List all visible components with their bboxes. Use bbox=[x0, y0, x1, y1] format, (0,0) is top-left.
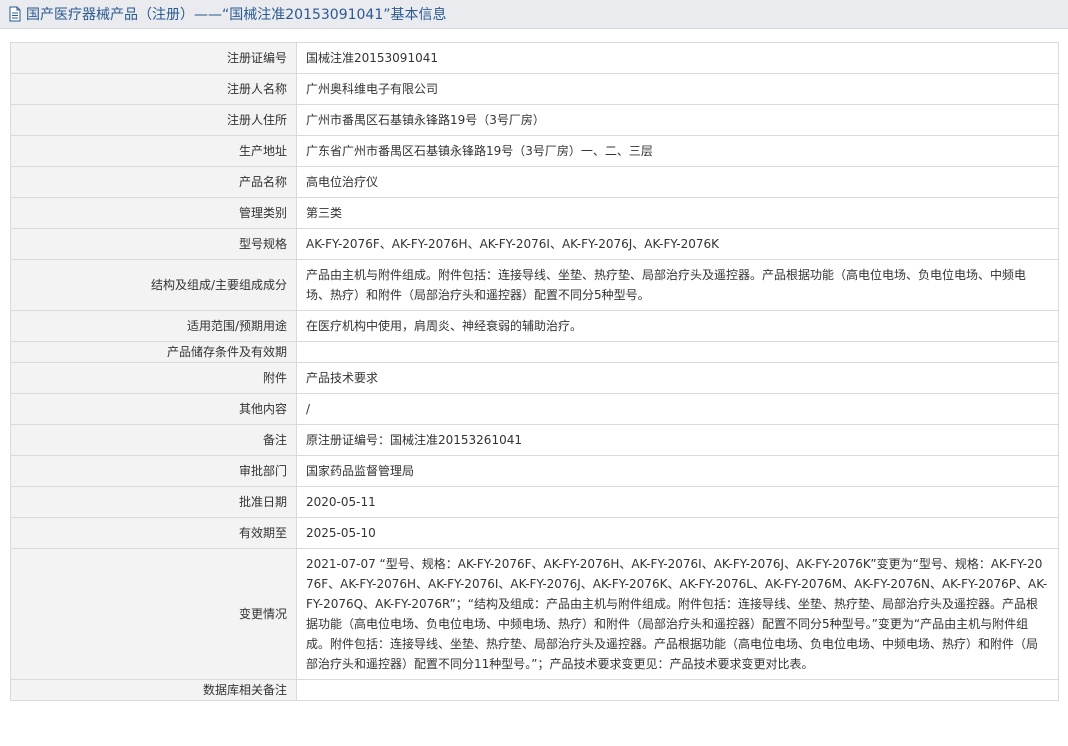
row-label: 备注 bbox=[10, 424, 297, 456]
row-value: 广东省广州市番禺区石基镇永锋路19号（3号厂房）一、二、三层 bbox=[296, 135, 1059, 167]
table-row: 数据库相关备注 bbox=[10, 679, 1059, 701]
row-value: 2025-05-10 bbox=[296, 517, 1059, 549]
row-label: 数据库相关备注 bbox=[10, 679, 297, 701]
row-value: 第三类 bbox=[296, 197, 1059, 229]
table-row: 适用范围/预期用途 在医疗机构中使用，肩周炎、神经衰弱的辅助治疗。 bbox=[10, 310, 1059, 342]
row-label: 其他内容 bbox=[10, 393, 297, 425]
table-row: 变更情况 2021-07-07 “型号、规格：AK-FY-2076F、AK-FY… bbox=[10, 548, 1059, 680]
table-row: 结构及组成/主要组成成分 产品由主机与附件组成。附件包括：连接导线、坐垫、热疗垫… bbox=[10, 259, 1059, 311]
table-row: 备注 原注册证编号：国械注准20153261041 bbox=[10, 424, 1059, 456]
row-value: 国家药品监督管理局 bbox=[296, 455, 1059, 487]
row-label: 型号规格 bbox=[10, 228, 297, 260]
row-value bbox=[296, 341, 1059, 363]
row-label: 结构及组成/主要组成成分 bbox=[10, 259, 297, 311]
row-value: 国械注准20153091041 bbox=[296, 42, 1059, 74]
table-row: 生产地址 广东省广州市番禺区石基镇永锋路19号（3号厂房）一、二、三层 bbox=[10, 135, 1059, 167]
table-row: 有效期至 2025-05-10 bbox=[10, 517, 1059, 549]
row-label: 注册证编号 bbox=[10, 42, 297, 74]
table-row: 注册证编号 国械注准20153091041 bbox=[10, 42, 1059, 74]
row-label: 产品储存条件及有效期 bbox=[10, 341, 297, 363]
page-header: 国产医疗器械产品（注册）——“国械注准20153091041”基本信息 bbox=[0, 0, 1068, 29]
row-value: / bbox=[296, 393, 1059, 425]
row-label: 审批部门 bbox=[10, 455, 297, 487]
page-title: 国产医疗器械产品（注册）——“国械注准20153091041”基本信息 bbox=[26, 7, 447, 23]
row-label: 注册人住所 bbox=[10, 104, 297, 136]
row-label: 批准日期 bbox=[10, 486, 297, 518]
document-icon bbox=[8, 6, 22, 22]
row-value: 2021-07-07 “型号、规格：AK-FY-2076F、AK-FY-2076… bbox=[296, 548, 1059, 680]
row-label: 生产地址 bbox=[10, 135, 297, 167]
table-row: 产品储存条件及有效期 bbox=[10, 341, 1059, 363]
table-row: 注册人住所 广州市番禺区石基镇永锋路19号（3号厂房） bbox=[10, 104, 1059, 136]
row-value: 在医疗机构中使用，肩周炎、神经衰弱的辅助治疗。 bbox=[296, 310, 1059, 342]
row-value bbox=[296, 679, 1059, 701]
row-value: 产品由主机与附件组成。附件包括：连接导线、坐垫、热疗垫、局部治疗头及遥控器。产品… bbox=[296, 259, 1059, 311]
table-row: 其他内容 / bbox=[10, 393, 1059, 425]
row-label: 适用范围/预期用途 bbox=[10, 310, 297, 342]
row-label: 有效期至 bbox=[10, 517, 297, 549]
table-row: 管理类别 第三类 bbox=[10, 197, 1059, 229]
row-value: 2020-05-11 bbox=[296, 486, 1059, 518]
row-value: 原注册证编号：国械注准20153261041 bbox=[296, 424, 1059, 456]
row-value: AK-FY-2076F、AK-FY-2076H、AK-FY-2076I、AK-F… bbox=[296, 228, 1059, 260]
info-table: 注册证编号 国械注准20153091041 注册人名称 广州奥科维电子有限公司 … bbox=[10, 42, 1059, 701]
table-row: 审批部门 国家药品监督管理局 bbox=[10, 455, 1059, 487]
table-row: 产品名称 高电位治疗仪 bbox=[10, 166, 1059, 198]
row-label: 变更情况 bbox=[10, 548, 297, 680]
row-value: 高电位治疗仪 bbox=[296, 166, 1059, 198]
table-row: 附件 产品技术要求 bbox=[10, 362, 1059, 394]
row-label: 注册人名称 bbox=[10, 73, 297, 105]
row-label: 附件 bbox=[10, 362, 297, 394]
table-row: 注册人名称 广州奥科维电子有限公司 bbox=[10, 73, 1059, 105]
row-value: 产品技术要求 bbox=[296, 362, 1059, 394]
row-value: 广州奥科维电子有限公司 bbox=[296, 73, 1059, 105]
row-label: 管理类别 bbox=[10, 197, 297, 229]
row-value: 广州市番禺区石基镇永锋路19号（3号厂房） bbox=[296, 104, 1059, 136]
table-row: 型号规格 AK-FY-2076F、AK-FY-2076H、AK-FY-2076I… bbox=[10, 228, 1059, 260]
info-table-container: 注册证编号 国械注准20153091041 注册人名称 广州奥科维电子有限公司 … bbox=[10, 42, 1059, 701]
table-row: 批准日期 2020-05-11 bbox=[10, 486, 1059, 518]
row-label: 产品名称 bbox=[10, 166, 297, 198]
